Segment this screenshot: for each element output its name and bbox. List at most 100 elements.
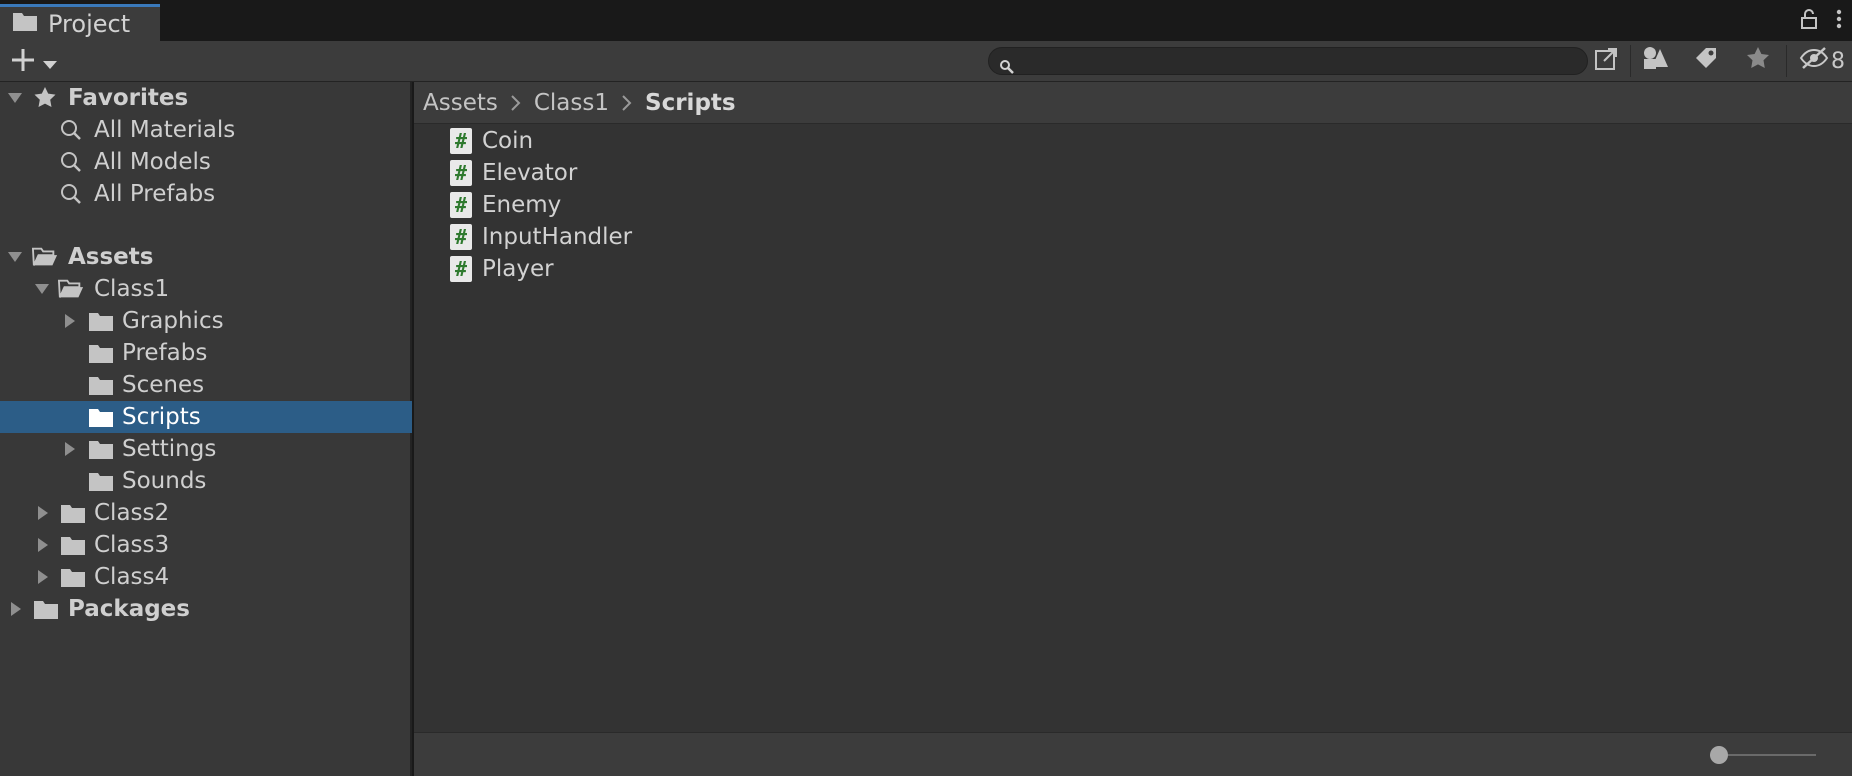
folder-icon	[12, 10, 38, 38]
expand-arrow-icon[interactable]	[7, 90, 23, 106]
tree-item-label: Class3	[94, 532, 170, 558]
expand-arrow-icon[interactable]	[7, 249, 23, 265]
tree-item-packages[interactable]: Packages	[0, 593, 412, 625]
toolbar-divider	[1786, 45, 1787, 77]
tree-item-label: Scripts	[122, 404, 201, 430]
tree-item-settings[interactable]: Settings	[0, 433, 412, 465]
tree-item-all-materials[interactable]: All Materials	[0, 114, 412, 146]
toggle-hidden-packages-button[interactable]: 8	[1794, 45, 1850, 77]
lock-icon[interactable]	[1800, 8, 1818, 36]
tree-item-all-prefabs[interactable]: All Prefabs	[0, 178, 412, 210]
tree-item-graphics[interactable]: Graphics	[0, 305, 412, 337]
tree-item-label: Favorites	[68, 85, 189, 111]
file-item-elevator[interactable]: # Elevator	[450, 157, 577, 189]
open-folder-icon	[58, 277, 84, 301]
tree-item-label: Prefabs	[122, 340, 208, 366]
tree-item-scenes[interactable]: Scenes	[0, 369, 412, 401]
folder-icon	[88, 341, 114, 365]
collapsed-arrow-icon[interactable]	[35, 505, 51, 521]
expand-arrow-icon[interactable]	[34, 281, 50, 297]
tree-item-assets[interactable]: Assets	[0, 241, 412, 273]
folder-icon	[88, 309, 114, 333]
folder-icon	[88, 405, 114, 429]
tag-icon	[1693, 45, 1719, 77]
plus-icon	[10, 47, 36, 79]
breadcrumb-item-scripts[interactable]: Scripts	[645, 90, 736, 116]
file-item-inputhandler[interactable]: # InputHandler	[450, 221, 632, 253]
breadcrumb: Assets Class1 Scripts	[414, 82, 1852, 124]
tree-item-label: Class2	[94, 500, 170, 526]
search-in-folder-button[interactable]	[1590, 45, 1624, 77]
filter-by-label-button[interactable]	[1686, 45, 1726, 77]
csharp-script-icon: #	[450, 256, 472, 282]
file-name: InputHandler	[482, 224, 633, 250]
tree-item-scripts[interactable]: Scripts	[0, 401, 412, 433]
project-tree-panel: Favorites All Materials All Models All P…	[0, 82, 412, 776]
file-item-coin[interactable]: # Coin	[450, 125, 533, 157]
tree-item-favorites[interactable]: Favorites	[0, 82, 412, 114]
tree-item-sounds[interactable]: Sounds	[0, 465, 412, 497]
csharp-script-icon: #	[450, 160, 472, 186]
create-button[interactable]	[10, 47, 58, 79]
search-icon	[999, 53, 1015, 81]
csharp-script-icon: #	[450, 128, 472, 154]
tree-item-class2[interactable]: Class2	[0, 497, 412, 529]
tree-item-label: All Materials	[94, 117, 236, 143]
csharp-script-icon: #	[450, 192, 472, 218]
tree-item-label: Class4	[94, 564, 170, 590]
file-name: Coin	[482, 128, 534, 154]
file-item-enemy[interactable]: # Enemy	[450, 189, 561, 221]
search-field[interactable]	[988, 47, 1588, 75]
slider-thumb[interactable]	[1710, 746, 1728, 764]
tree-item-label: Assets	[68, 244, 154, 270]
icon-size-slider[interactable]	[1710, 746, 1816, 764]
folder-icon	[88, 469, 114, 493]
chevron-right-icon	[510, 94, 522, 112]
tree-item-label: All Prefabs	[94, 181, 216, 207]
folder-icon	[33, 597, 59, 621]
collapsed-arrow-icon[interactable]	[35, 569, 51, 585]
chevron-right-icon	[621, 94, 633, 112]
shapes-icon	[1642, 45, 1670, 77]
tree-item-label: Sounds	[122, 468, 207, 494]
file-name: Enemy	[482, 192, 562, 218]
folder-icon	[88, 437, 114, 461]
tree-item-label: Scenes	[122, 372, 205, 398]
collapsed-arrow-icon[interactable]	[62, 313, 78, 329]
star-icon	[32, 86, 58, 110]
tree-item-class4[interactable]: Class4	[0, 561, 412, 593]
status-bar	[414, 732, 1852, 776]
collapsed-arrow-icon[interactable]	[62, 441, 78, 457]
search-icon	[58, 150, 84, 174]
folder-icon	[60, 533, 86, 557]
filter-by-type-button[interactable]	[1636, 45, 1676, 77]
save-search-button[interactable]	[1738, 45, 1778, 77]
star-icon	[1745, 45, 1771, 77]
file-name: Player	[482, 256, 554, 282]
tab-title: Project	[48, 10, 131, 38]
search-input[interactable]	[1019, 50, 1574, 72]
breadcrumb-item-class1[interactable]: Class1	[534, 90, 609, 116]
open-folder-icon	[32, 245, 58, 269]
file-item-player[interactable]: # Player	[450, 253, 554, 285]
more-options-icon[interactable]	[1836, 8, 1842, 36]
tree-item-all-models[interactable]: All Models	[0, 146, 412, 178]
tree-item-class1[interactable]: Class1	[0, 273, 412, 305]
collapsed-arrow-icon[interactable]	[8, 601, 24, 617]
breadcrumb-item-assets[interactable]: Assets	[423, 90, 498, 116]
csharp-script-icon: #	[450, 224, 472, 250]
hidden-packages-count: 8	[1831, 48, 1845, 74]
chevron-down-icon	[42, 49, 58, 77]
collapsed-arrow-icon[interactable]	[35, 537, 51, 553]
tree-item-class3[interactable]: Class3	[0, 529, 412, 561]
tree-item-label: Packages	[68, 596, 190, 622]
project-tab[interactable]: Project	[0, 4, 160, 41]
eye-hidden-icon	[1799, 46, 1829, 76]
open-in-window-icon	[1594, 45, 1620, 77]
tree-item-prefabs[interactable]: Prefabs	[0, 337, 412, 369]
search-icon	[58, 182, 84, 206]
tree-item-label: Graphics	[122, 308, 224, 334]
tree-item-label: All Models	[94, 149, 211, 175]
folder-content-panel: Assets Class1 Scripts # Coin # Elevator …	[414, 82, 1852, 776]
tree-item-label: Class1	[94, 276, 170, 302]
